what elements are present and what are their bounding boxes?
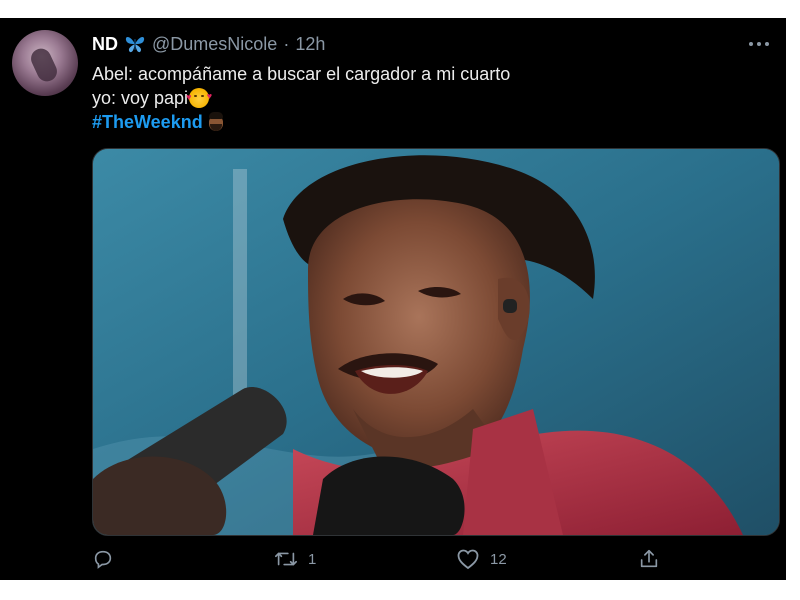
text-line-1: Abel: acompáñame a buscar el cargador a … <box>92 64 511 84</box>
text-line-2-label: yo: voy papi <box>92 88 189 108</box>
heart-icon <box>456 548 480 570</box>
like-count: 12 <box>490 550 507 568</box>
text-line-3: #TheWeeknd <box>92 110 510 134</box>
retweet-icon <box>274 548 298 570</box>
share-button[interactable] <box>638 548 670 570</box>
retweet-count: 1 <box>308 550 317 568</box>
separator-dot: · <box>283 33 290 54</box>
hashtag-link[interactable]: #TheWeeknd <box>92 110 203 134</box>
reply-button[interactable] <box>92 548 124 570</box>
share-icon <box>638 548 660 570</box>
blue-butterfly-icon <box>124 34 146 54</box>
display-name[interactable]: ND <box>92 34 118 55</box>
tweet-text: Abel: acompáñame a buscar el cargador a … <box>92 62 510 134</box>
tweet-actions: 1 12 <box>92 548 692 576</box>
text-line-2: yo: voy papi ♥ ♥ <box>92 86 510 110</box>
retweet-button[interactable]: 1 <box>274 548 316 570</box>
tweet-media-image[interactable] <box>92 148 780 536</box>
tweet-card[interactable]: ND @DumesNicole · 12h Abel: acompáñame a… <box>0 18 786 580</box>
smiling-face-with-hearts-icon: ♥ ♥ <box>186 88 212 108</box>
like-button[interactable]: 12 <box>456 548 507 570</box>
avatar[interactable] <box>12 30 78 96</box>
more-horizontal-icon[interactable] <box>748 28 770 54</box>
reply-icon <box>92 548 114 570</box>
timestamp[interactable]: 12h <box>295 34 325 55</box>
handle[interactable]: @DumesNicole <box>152 34 277 55</box>
tweet-header: ND @DumesNicole · 12h <box>92 32 325 56</box>
man-medium-dark-skin-beard-icon <box>207 112 225 132</box>
